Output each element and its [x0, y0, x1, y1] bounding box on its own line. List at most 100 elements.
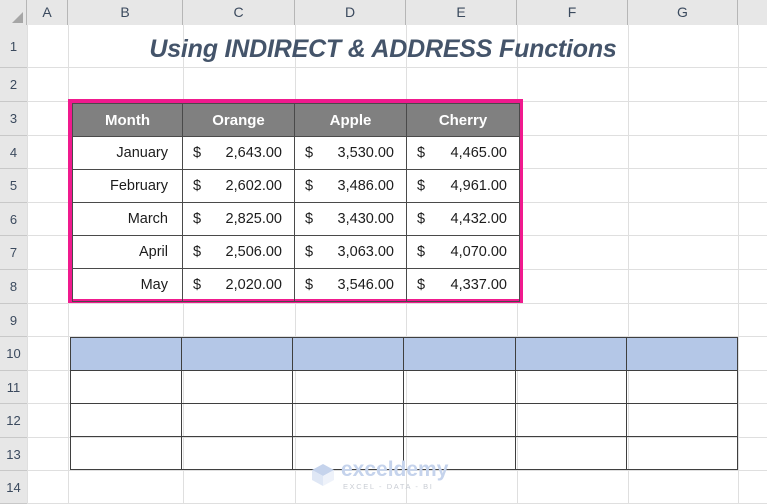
- result-cell[interactable]: [403, 436, 516, 470]
- column-header-orange[interactable]: Orange: [182, 103, 295, 137]
- column-header-strip: A B C D E F G: [0, 0, 767, 25]
- currency-symbol: $: [193, 145, 202, 161]
- row-header-5[interactable]: 5: [0, 169, 27, 203]
- row-header-4[interactable]: 4: [0, 136, 27, 169]
- column-header-cherry[interactable]: Cherry: [406, 103, 520, 137]
- row-header-9[interactable]: 9: [0, 304, 27, 337]
- cell-cherry[interactable]: $4,337.00: [406, 268, 520, 302]
- column-header-f[interactable]: F: [517, 0, 628, 25]
- cell-value: 3,486.00: [337, 178, 394, 194]
- row-header-8[interactable]: 8: [0, 270, 27, 304]
- result-cell[interactable]: [403, 403, 516, 437]
- result-cell[interactable]: [181, 403, 294, 437]
- cell-value: 2,643.00: [225, 145, 282, 161]
- row-header-13[interactable]: 13: [0, 438, 27, 471]
- cell-orange[interactable]: $2,643.00: [182, 136, 295, 170]
- column-header-b[interactable]: B: [68, 0, 183, 25]
- row-header-2[interactable]: 2: [0, 68, 27, 102]
- result-header-cell[interactable]: [292, 337, 405, 371]
- result-header-cell[interactable]: [403, 337, 516, 371]
- result-cell[interactable]: [69, 436, 183, 470]
- result-table-header-row: [69, 337, 739, 371]
- currency-symbol: $: [193, 178, 202, 194]
- result-header-cell[interactable]: [181, 337, 294, 371]
- result-cell[interactable]: [69, 370, 183, 404]
- result-cell[interactable]: [514, 370, 627, 404]
- currency-symbol: $: [193, 277, 202, 293]
- result-cell[interactable]: [181, 436, 294, 470]
- cell-value: 4,070.00: [450, 244, 507, 260]
- cell-cherry[interactable]: $4,432.00: [406, 202, 520, 236]
- cell-apple[interactable]: $3,486.00: [294, 169, 407, 203]
- table-row: January $2,643.00 $3,530.00 $4,465.00: [72, 136, 520, 170]
- column-header-c[interactable]: C: [183, 0, 295, 25]
- column-header-d[interactable]: D: [295, 0, 406, 25]
- cell-orange[interactable]: $2,602.00: [182, 169, 295, 203]
- result-cell[interactable]: [514, 436, 627, 470]
- currency-symbol: $: [417, 211, 426, 227]
- cell-apple[interactable]: $3,063.00: [294, 235, 407, 269]
- result-cell[interactable]: [292, 370, 405, 404]
- currency-symbol: $: [305, 277, 314, 293]
- cell-month[interactable]: February: [72, 169, 183, 203]
- row-header-3[interactable]: 3: [0, 102, 27, 136]
- result-header-cell[interactable]: [625, 337, 739, 371]
- cell-cherry[interactable]: $4,465.00: [406, 136, 520, 170]
- result-table-row: [69, 436, 739, 470]
- row-header-1[interactable]: 1: [0, 25, 27, 68]
- column-header-month[interactable]: Month: [72, 103, 183, 137]
- row-header-11[interactable]: 11: [0, 371, 27, 404]
- cell-apple[interactable]: $3,430.00: [294, 202, 407, 236]
- cell-value: 3,546.00: [337, 277, 394, 293]
- result-cell[interactable]: [181, 370, 294, 404]
- cell-apple[interactable]: $3,530.00: [294, 136, 407, 170]
- select-all-triangle-icon: [12, 12, 23, 23]
- cell-month[interactable]: April: [72, 235, 183, 269]
- row-header-14[interactable]: 14: [0, 471, 27, 504]
- currency-symbol: $: [417, 178, 426, 194]
- cell-cherry[interactable]: $4,961.00: [406, 169, 520, 203]
- cell-value: 2,506.00: [225, 244, 282, 260]
- row-header-12[interactable]: 12: [0, 404, 27, 438]
- select-all-corner[interactable]: [0, 0, 27, 25]
- result-cell[interactable]: [514, 403, 627, 437]
- row-header-10[interactable]: 10: [0, 337, 27, 371]
- table-row: May $2,020.00 $3,546.00 $4,337.00: [72, 268, 520, 302]
- cell-orange[interactable]: $2,825.00: [182, 202, 295, 236]
- result-cell[interactable]: [625, 370, 739, 404]
- result-header-cell[interactable]: [514, 337, 627, 371]
- currency-symbol: $: [417, 244, 426, 260]
- cell-apple[interactable]: $3,546.00: [294, 268, 407, 302]
- table-row: March $2,825.00 $3,430.00 $4,432.00: [72, 202, 520, 236]
- column-header-e[interactable]: E: [406, 0, 517, 25]
- column-header-a[interactable]: A: [27, 0, 68, 25]
- result-header-cell[interactable]: [69, 337, 183, 371]
- cell-month[interactable]: January: [72, 136, 183, 170]
- currency-symbol: $: [193, 244, 202, 260]
- cell-value: 2,020.00: [225, 277, 282, 293]
- currency-symbol: $: [193, 211, 202, 227]
- column-header-partial[interactable]: [738, 0, 767, 25]
- page-title: Using INDIRECT & ADDRESS Functions: [149, 34, 617, 63]
- cell-value: 4,432.00: [450, 211, 507, 227]
- row-header-7[interactable]: 7: [0, 236, 27, 270]
- cell-orange[interactable]: $2,506.00: [182, 235, 295, 269]
- result-cell[interactable]: [625, 403, 739, 437]
- cell-month[interactable]: May: [72, 268, 183, 302]
- result-cell[interactable]: [292, 436, 405, 470]
- table-row: April $2,506.00 $3,063.00 $4,070.00: [72, 235, 520, 269]
- table-header-row: Month Orange Apple Cherry: [72, 103, 520, 137]
- cell-orange[interactable]: $2,020.00: [182, 268, 295, 302]
- cell-cherry[interactable]: $4,070.00: [406, 235, 520, 269]
- result-cell[interactable]: [625, 436, 739, 470]
- result-cell[interactable]: [69, 403, 183, 437]
- cell-value: 3,063.00: [337, 244, 394, 260]
- column-header-g[interactable]: G: [628, 0, 738, 25]
- row-header-6[interactable]: 6: [0, 203, 27, 236]
- column-header-apple[interactable]: Apple: [294, 103, 407, 137]
- cell-value: 2,602.00: [225, 178, 282, 194]
- table-row: February $2,602.00 $3,486.00 $4,961.00: [72, 169, 520, 203]
- result-cell[interactable]: [292, 403, 405, 437]
- cell-month[interactable]: March: [72, 202, 183, 236]
- result-cell[interactable]: [403, 370, 516, 404]
